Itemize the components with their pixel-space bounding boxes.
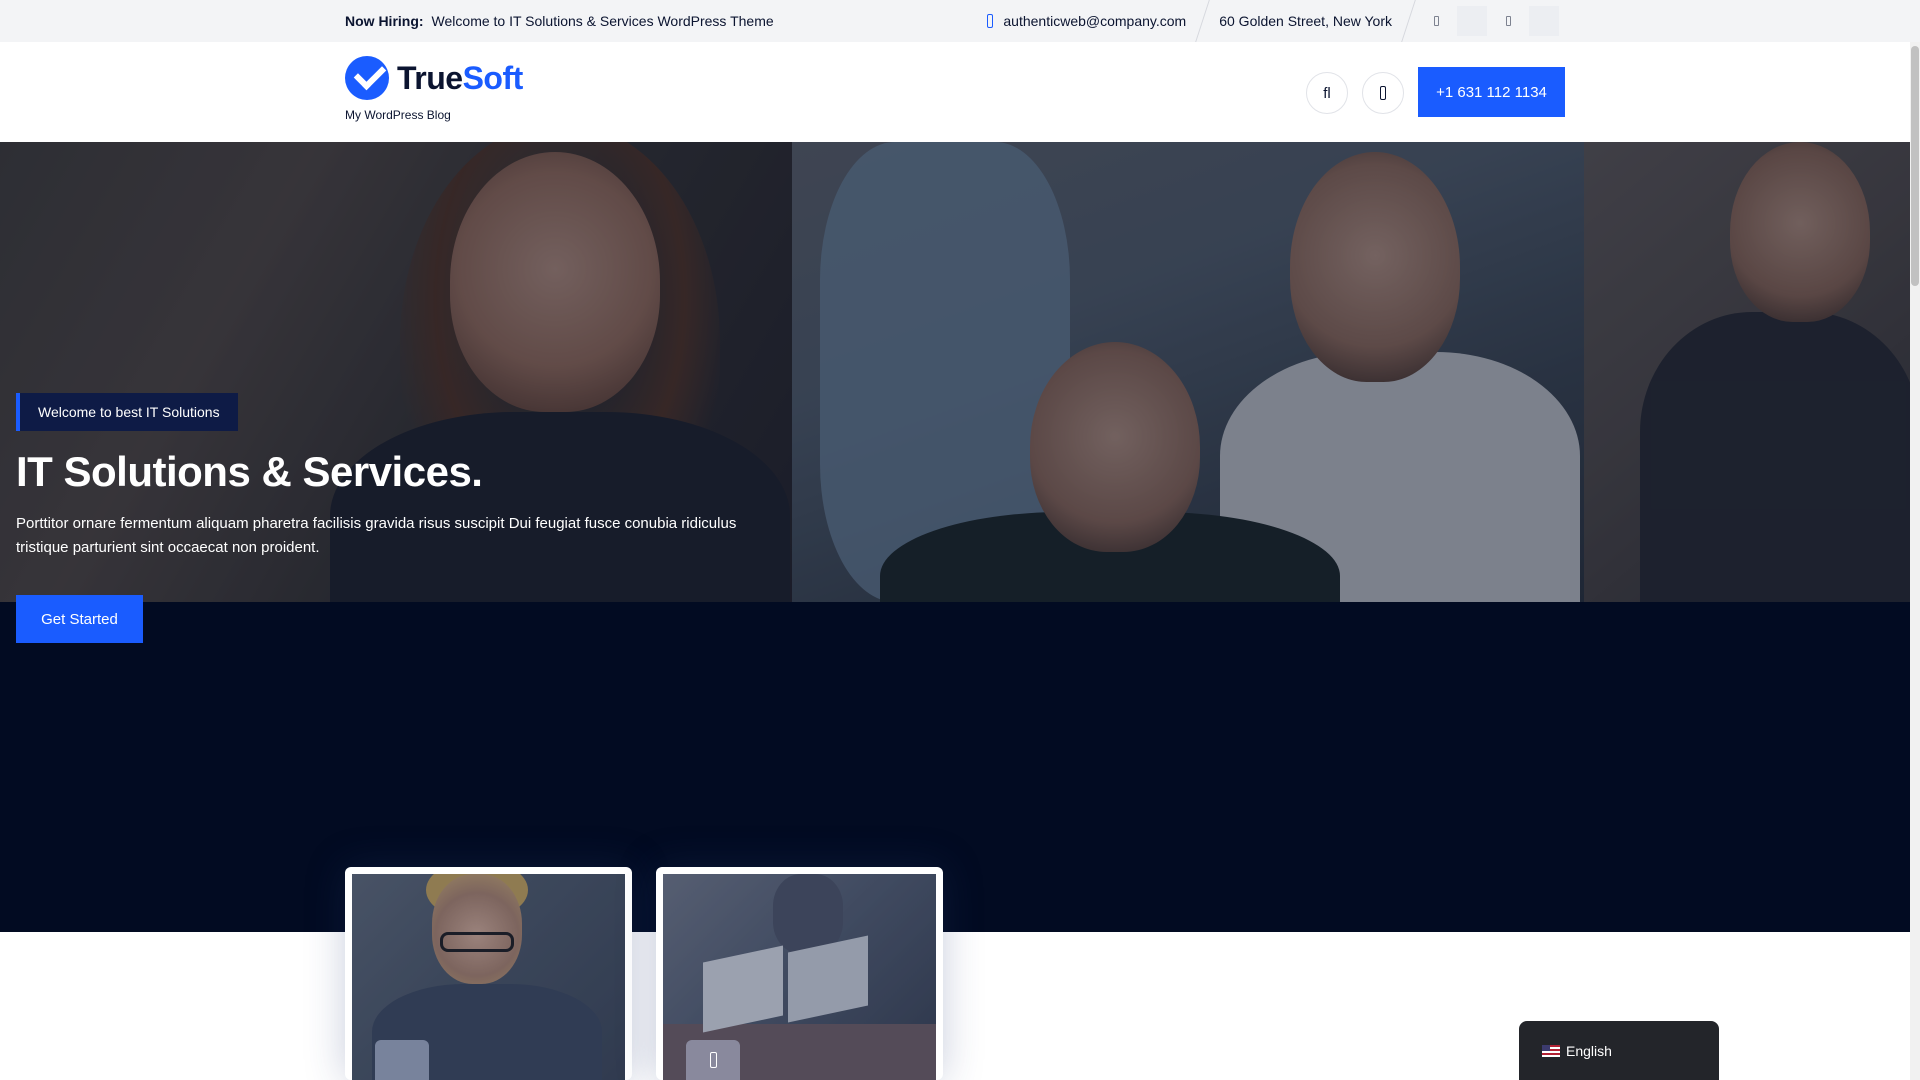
site-logo[interactable]: TrueSoft bbox=[345, 56, 523, 100]
cart-icon[interactable] bbox=[1362, 72, 1404, 114]
dark-section bbox=[0, 602, 1910, 932]
address-text: 60 Golden Street, New York bbox=[1219, 13, 1392, 29]
check-logo-icon bbox=[345, 56, 389, 100]
top-bar-contacts: authenticweb@company.com 60 Golden Stree… bbox=[971, 0, 1565, 42]
language-label: English bbox=[1566, 1042, 1612, 1059]
logo-soft: Soft bbox=[462, 59, 524, 96]
phone-button[interactable]: +1 631 112 1134 bbox=[1418, 67, 1565, 117]
linkedin-icon[interactable] bbox=[1493, 6, 1523, 36]
scrollbar-thumb[interactable] bbox=[1911, 46, 1919, 286]
address-contact: 60 Golden Street, New York bbox=[1203, 0, 1408, 42]
hero-title: IT Solutions & Services. bbox=[16, 448, 483, 495]
search-icon[interactable]: fl bbox=[1306, 72, 1348, 114]
now-hiring-text[interactable]: Welcome to IT Solutions & Services WordP… bbox=[432, 13, 774, 29]
us-flag-icon bbox=[1542, 1044, 1560, 1057]
hero-description: Porttitor ornare fermentum aliquam phare… bbox=[16, 515, 737, 556]
logo-wordmark: TrueSoft bbox=[397, 60, 523, 97]
social-links bbox=[1409, 0, 1565, 42]
envelope-icon bbox=[987, 14, 994, 28]
top-bar: Now Hiring: Welcome to IT Solutions & Se… bbox=[0, 0, 1920, 42]
now-hiring-label: Now Hiring: bbox=[345, 13, 424, 29]
hero-badge: Welcome to best IT Solutions bbox=[16, 393, 238, 431]
logo-true: True bbox=[397, 59, 463, 96]
site-header: TrueSoft My WordPress Blog fl +1 631 112… bbox=[0, 42, 1920, 142]
top-bar-inner: Now Hiring: Welcome to IT Solutions & Se… bbox=[345, 0, 1565, 42]
get-started-button[interactable]: Get Started bbox=[16, 595, 143, 643]
instagram-icon[interactable] bbox=[1529, 6, 1559, 36]
service-card[interactable] bbox=[656, 867, 943, 1080]
service-icon bbox=[375, 1040, 429, 1080]
service-card[interactable] bbox=[345, 867, 632, 1080]
email-text: authenticweb@company.com bbox=[1003, 13, 1187, 29]
language-switcher[interactable]: English bbox=[1519, 1021, 1719, 1080]
facebook-icon[interactable] bbox=[1421, 6, 1451, 36]
site-tagline: My WordPress Blog bbox=[345, 108, 451, 122]
service-icon bbox=[686, 1040, 740, 1080]
email-contact[interactable]: authenticweb@company.com bbox=[971, 0, 1202, 42]
twitter-icon[interactable] bbox=[1457, 6, 1487, 36]
